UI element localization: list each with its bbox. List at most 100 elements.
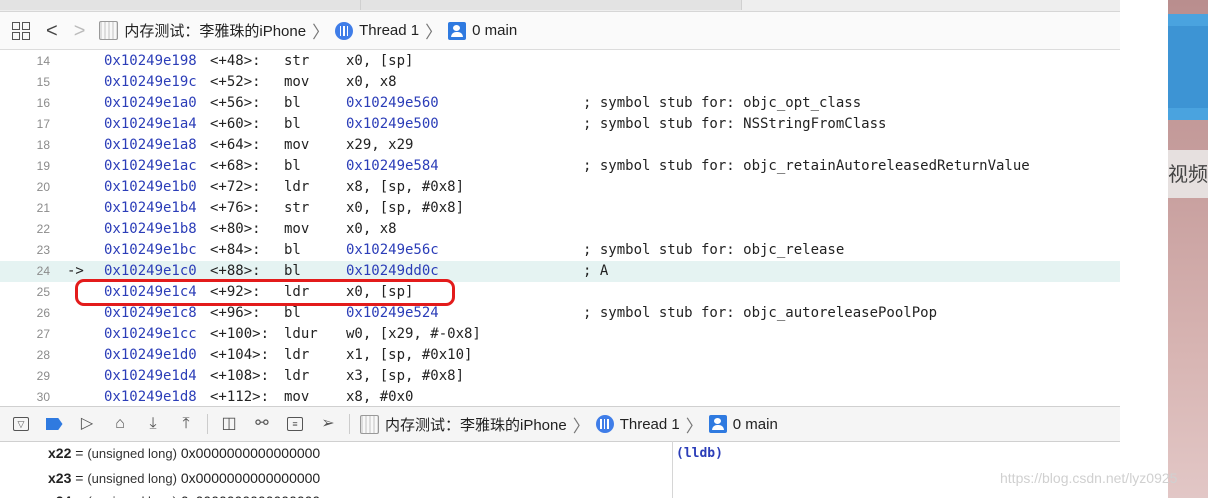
debug-breadcrumb-device[interactable]: 内存测试：李雅珠的iPhone bbox=[385, 414, 567, 435]
mnemonic: ldr bbox=[284, 347, 310, 363]
step-out-icon[interactable]: ⤒ bbox=[174, 412, 198, 436]
line-number: 23 bbox=[36, 243, 50, 257]
debug-breadcrumb-frame[interactable]: 0 main bbox=[733, 416, 778, 433]
line-number: 19 bbox=[36, 159, 50, 173]
mnemonic: mov bbox=[284, 137, 310, 153]
asm-line[interactable]: 26 0x10249e1c8 <+96>: bl 0x10249e524 ; s… bbox=[0, 303, 1120, 324]
asm-line[interactable]: 29 0x10249e1d4 <+108>: ldr x3, [sp, #0x8… bbox=[0, 366, 1120, 387]
memory-graph-icon[interactable]: ⚯ bbox=[250, 412, 274, 436]
operands: 0x10249e524 bbox=[346, 305, 439, 322]
address: 0x10249e1bc bbox=[104, 242, 197, 258]
thread-icon bbox=[595, 415, 614, 433]
address: 0x10249e1ac bbox=[104, 158, 197, 174]
address: 0x10249e1a0 bbox=[104, 95, 197, 111]
variable-row[interactable]: x24 = (unsigned long) 0x0000000000000000 bbox=[48, 493, 320, 498]
related-items-grid-icon[interactable] bbox=[12, 21, 30, 40]
variable-equals: = bbox=[71, 445, 88, 461]
line-number: 30 bbox=[36, 390, 50, 404]
offset: <+52>: bbox=[210, 74, 261, 90]
asm-line[interactable]: 21 0x10249e1b4 <+76>: str x0, [sp, #0x8] bbox=[0, 198, 1120, 219]
address: 0x10249e198 bbox=[104, 53, 197, 69]
target-address: 0x10249e500 bbox=[346, 116, 439, 132]
target-address: 0x10249e560 bbox=[346, 95, 439, 111]
disassembly-view[interactable]: 14 0x10249e198 <+48>: str x0, [sp] 15 0x… bbox=[0, 51, 1120, 406]
offset: <+104>: bbox=[210, 347, 270, 363]
asm-line[interactable]: 17 0x10249e1a4 <+60>: bl 0x10249e500 ; s… bbox=[0, 114, 1120, 135]
watermark-text: https://blog.csdn.net/lyz0925 bbox=[1000, 470, 1178, 486]
forward-button[interactable]: > bbox=[74, 21, 86, 41]
line-number: 18 bbox=[36, 138, 50, 152]
line-number: 15 bbox=[36, 75, 50, 89]
mnemonic: ldr bbox=[284, 368, 310, 384]
address: 0x10249e1c0 bbox=[104, 263, 197, 279]
variables-view[interactable]: x22 = (unsigned long) 0x0000000000000000… bbox=[0, 441, 673, 498]
step-over-icon[interactable]: ⌂ bbox=[108, 412, 132, 436]
simulate-location-icon[interactable]: ➢ bbox=[316, 412, 340, 436]
asm-line[interactable]: 22 0x10249e1b8 <+80>: mov x0, x8 bbox=[0, 219, 1120, 240]
asm-line[interactable]: 28 0x10249e1d0 <+104>: ldr x1, [sp, #0x1… bbox=[0, 345, 1120, 366]
asm-line[interactable]: 30 0x10249e1d8 <+112>: mov x8, #0x0 bbox=[0, 387, 1120, 406]
project-icon bbox=[99, 21, 119, 40]
step-into-icon[interactable]: ⤓ bbox=[141, 412, 165, 436]
mnemonic: bl bbox=[284, 116, 301, 132]
back-button[interactable]: < bbox=[46, 21, 58, 41]
operands: 0x10249e56c bbox=[346, 242, 439, 259]
comment: ; symbol stub for: objc_release bbox=[583, 242, 845, 258]
offset: <+48>: bbox=[210, 53, 261, 69]
variable-type: (unsigned long) bbox=[87, 446, 177, 461]
comment: ; symbol stub for: objc_retainAutoreleas… bbox=[583, 158, 1030, 174]
line-number: 28 bbox=[36, 348, 50, 362]
offset: <+108>: bbox=[210, 368, 270, 384]
tab-strip bbox=[0, 0, 1120, 12]
asm-line[interactable]: 15 0x10249e19c <+52>: mov x0, x8 bbox=[0, 72, 1120, 93]
asm-line[interactable]: 20 0x10249e1b0 <+72>: ldr x8, [sp, #0x8] bbox=[0, 177, 1120, 198]
asm-line[interactable]: 27 0x10249e1cc <+100>: ldur w0, [x29, #-… bbox=[0, 324, 1120, 345]
variable-row[interactable]: x23 = (unsigned long) 0x0000000000000000 bbox=[48, 470, 320, 486]
highlight-annotation-box bbox=[75, 279, 455, 306]
breadcrumb-frame[interactable]: 0 main bbox=[472, 22, 517, 39]
asm-line[interactable]: 16 0x10249e1a0 <+56>: bl 0x10249e560 ; s… bbox=[0, 93, 1120, 114]
address: 0x10249e1c8 bbox=[104, 305, 197, 321]
target-address: 0x10249e584 bbox=[346, 158, 439, 174]
asm-line[interactable]: 18 0x10249e1a8 <+64>: mov x29, x29 bbox=[0, 135, 1120, 156]
breadcrumb-device[interactable]: 内存测试：李雅珠的iPhone bbox=[124, 20, 306, 41]
asm-line[interactable]: 19 0x10249e1ac <+68>: bl 0x10249e584 ; s… bbox=[0, 156, 1120, 177]
line-number: 24 bbox=[36, 264, 50, 278]
mnemonic: mov bbox=[284, 389, 310, 405]
breadcrumb-separator: 〉 bbox=[425, 23, 443, 42]
comment: ; A bbox=[583, 263, 609, 279]
operands: x29, x29 bbox=[346, 137, 414, 153]
variable-value: 0x0000000000000000 bbox=[177, 493, 320, 498]
mnemonic: str bbox=[284, 53, 310, 69]
background-text: 视频 bbox=[1168, 164, 1208, 186]
address: 0x10249e1b0 bbox=[104, 179, 197, 195]
target-address: 0x10249e524 bbox=[346, 305, 439, 321]
variable-row[interactable]: x22 = (unsigned long) 0x0000000000000000 bbox=[48, 445, 320, 461]
thread-icon bbox=[335, 21, 354, 40]
asm-line[interactable]: 14 0x10249e198 <+48>: str x0, [sp] bbox=[0, 51, 1120, 72]
mnemonic: str bbox=[284, 200, 310, 216]
address: 0x10249e1a8 bbox=[104, 137, 197, 153]
debug-view-hierarchy-icon[interactable]: ◫ bbox=[217, 412, 241, 436]
offset: <+76>: bbox=[210, 200, 261, 216]
offset: <+88>: bbox=[210, 263, 261, 279]
continue-icon[interactable]: ▷ bbox=[75, 412, 99, 436]
debug-breadcrumb-thread[interactable]: Thread 1 bbox=[620, 416, 680, 433]
environment-overrides-icon[interactable]: ≡ bbox=[283, 412, 307, 436]
operands: x0, [sp] bbox=[346, 53, 414, 69]
variable-type: (unsigned long) bbox=[87, 471, 177, 486]
variable-type: (unsigned long) bbox=[87, 494, 177, 498]
asm-line[interactable]: 23 0x10249e1bc <+84>: bl 0x10249e56c ; s… bbox=[0, 240, 1120, 261]
operands: 0x10249e500 bbox=[346, 116, 439, 133]
lldb-console[interactable]: (lldb) bbox=[676, 446, 723, 461]
breakpoints-toggle-icon[interactable] bbox=[42, 412, 66, 436]
breadcrumb-thread[interactable]: Thread 1 bbox=[359, 22, 419, 39]
address: 0x10249e1d0 bbox=[104, 347, 197, 363]
hide-debug-area-icon[interactable]: ▽ bbox=[9, 412, 33, 436]
variable-equals: = bbox=[71, 470, 88, 486]
comment: ; symbol stub for: objc_opt_class bbox=[583, 95, 862, 111]
offset: <+100>: bbox=[210, 326, 270, 342]
mnemonic: bl bbox=[284, 305, 301, 321]
breadcrumb-separator: 〉 bbox=[685, 416, 703, 436]
mnemonic: ldr bbox=[284, 179, 310, 195]
